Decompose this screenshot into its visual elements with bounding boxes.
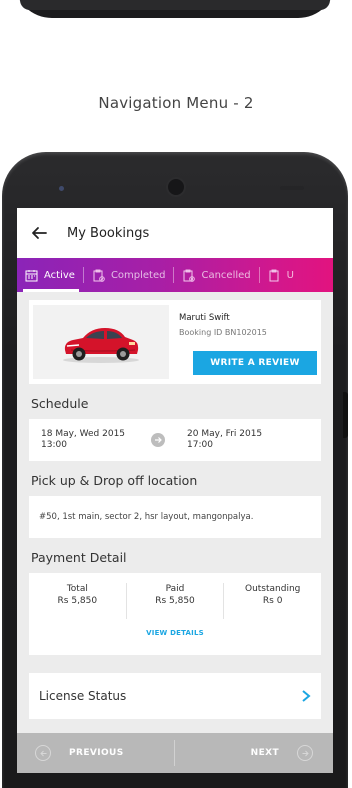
arrow-right-circle-icon: [297, 745, 313, 761]
write-review-button[interactable]: WRITE A REVIEW: [193, 351, 317, 375]
start-date: 18 May, Wed 2015: [41, 429, 126, 439]
phone-screen: My Bookings Active Completed Cancelled U…: [17, 208, 333, 773]
clipboard-icon: [268, 269, 281, 282]
car-info: Maruti Swift Booking ID BN102015 WRITE A…: [169, 305, 317, 379]
tab-label: Cancelled: [201, 269, 251, 281]
bottom-navigation: PREVIOUS NEXT: [17, 733, 333, 773]
payment-outstanding: Outstanding Rs 0: [223, 583, 321, 619]
payment-card: Total Rs 5,850 Paid Rs 5,850 Outstanding…: [29, 573, 321, 655]
payment-value: Rs 5,850: [155, 596, 195, 606]
payment-total: Total Rs 5,850: [29, 583, 126, 619]
payment-summary: Total Rs 5,850 Paid Rs 5,850 Outstanding…: [29, 583, 321, 619]
phone-top-remnant: [14, 0, 336, 18]
front-camera: [166, 177, 186, 197]
license-status-label: License Status: [39, 689, 127, 703]
payment-label: Total: [66, 584, 88, 594]
payment-paid: Paid Rs 5,850: [125, 583, 224, 619]
speaker: [280, 186, 304, 190]
arrow-right-icon: [151, 433, 166, 447]
payment-value: Rs 5,850: [57, 596, 98, 606]
payment-label: Outstanding: [244, 584, 301, 594]
tab-label: Completed: [110, 269, 166, 281]
location-address: #50, 1st main, sector 2, hsr layout, man…: [39, 512, 254, 522]
tab-active[interactable]: Active: [17, 258, 83, 292]
schedule-end: 20 May, Fri 2015 17:00: [187, 429, 262, 451]
license-status-row[interactable]: License Status: [29, 673, 321, 719]
chevron-right-icon: [301, 687, 311, 706]
tab-upcoming[interactable]: U: [260, 258, 302, 292]
page-title: My Bookings: [67, 225, 150, 241]
arrow-left-icon[interactable]: [31, 223, 51, 243]
car-image: [33, 305, 169, 379]
schedule-title: Schedule: [31, 396, 89, 411]
location-card: #50, 1st main, sector 2, hsr layout, man…: [29, 496, 321, 538]
booking-details: Maruti Swift Booking ID BN102015 WRITE A…: [17, 292, 333, 719]
tab-label: Active: [44, 269, 75, 281]
tab-label: U: [286, 269, 294, 281]
previous-label: PREVIOUS: [69, 748, 124, 758]
clipboard-check-icon: [92, 269, 105, 282]
next-label: NEXT: [250, 748, 279, 758]
payment-title: Payment Detail: [31, 550, 127, 565]
schedule-card: 18 May, Wed 2015 13:00 20 May, Fri 2015 …: [29, 419, 321, 461]
payment-label: Paid: [165, 584, 185, 594]
side-button: [343, 392, 348, 438]
tab-cancelled[interactable]: Cancelled: [174, 258, 258, 292]
previous-button[interactable]: PREVIOUS: [17, 733, 174, 773]
view-details-link[interactable]: VIEW DETAILS: [29, 629, 321, 637]
car-name: Maruti Swift: [179, 313, 230, 323]
booking-id: Booking ID BN102015: [179, 328, 267, 337]
car-icon: [63, 328, 139, 363]
calendar-icon: [25, 269, 38, 282]
payment-value: Rs 0: [262, 596, 283, 606]
schedule-start: 18 May, Wed 2015 13:00: [41, 429, 125, 451]
tab-completed[interactable]: Completed: [84, 258, 174, 292]
booking-tabs: Active Completed Cancelled U: [17, 258, 333, 292]
booking-card: Maruti Swift Booking ID BN102015 WRITE A…: [29, 300, 321, 384]
next-button[interactable]: NEXT: [175, 733, 334, 773]
clipboard-cancel-icon: [182, 269, 196, 282]
end-time: 17:00: [187, 440, 213, 450]
app-bar: My Bookings: [17, 208, 333, 258]
start-time: 13:00: [41, 440, 67, 450]
sensor-dot: [59, 186, 64, 191]
caption: Navigation Menu - 2: [98, 94, 254, 112]
end-date: 20 May, Fri 2015: [187, 429, 263, 439]
location-title: Pick up & Drop off location: [31, 473, 198, 488]
arrow-left-circle-icon: [35, 745, 51, 761]
